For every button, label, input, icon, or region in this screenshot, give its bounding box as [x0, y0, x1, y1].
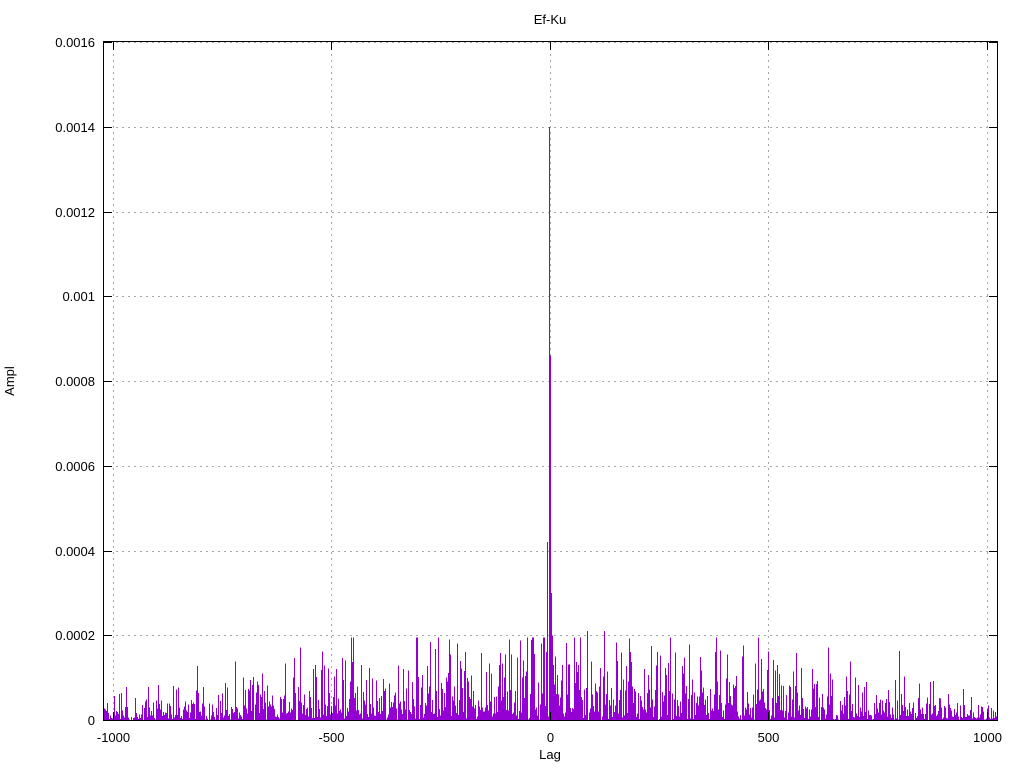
correlation-plot: Ef-Ku -1000 -500 0 500 1000 0 0.0002 0.0004 0.00… — [2, 12, 1002, 762]
y-tick-label: 0.0014 — [55, 120, 95, 135]
y-tick-label: 0.0006 — [55, 459, 95, 474]
y-tick-label: 0.001 — [62, 289, 95, 304]
plot-window: Ef-Ku -1000 -500 0 500 1000 0 0.0002 0.0004 0.00… — [0, 0, 1024, 768]
x-tick-label: -500 — [318, 730, 344, 745]
y-tick-label: 0 — [88, 713, 95, 728]
data-series — [104, 126, 998, 720]
impulse-series — [104, 126, 998, 720]
y-tick-label: 0.0004 — [55, 544, 95, 559]
x-axis-label: Lag — [539, 747, 561, 762]
y-axis-label: Ampl — [2, 366, 17, 396]
y-tick-label: 0.0012 — [55, 205, 95, 220]
x-tick-label: 0 — [547, 730, 554, 745]
x-tick-label: 1000 — [973, 730, 1002, 745]
x-tick-label: -1000 — [97, 730, 130, 745]
tick-labels: -1000 -500 0 500 1000 0 0.0002 0.0004 0.0006 0.00… — [55, 35, 1002, 745]
y-tick-label: 0.0002 — [55, 628, 95, 643]
y-tick-label: 0.0008 — [55, 374, 95, 389]
y-tick-label: 0.0016 — [55, 35, 95, 50]
chart-title: Ef-Ku — [534, 12, 567, 27]
x-tick-label: 500 — [758, 730, 780, 745]
